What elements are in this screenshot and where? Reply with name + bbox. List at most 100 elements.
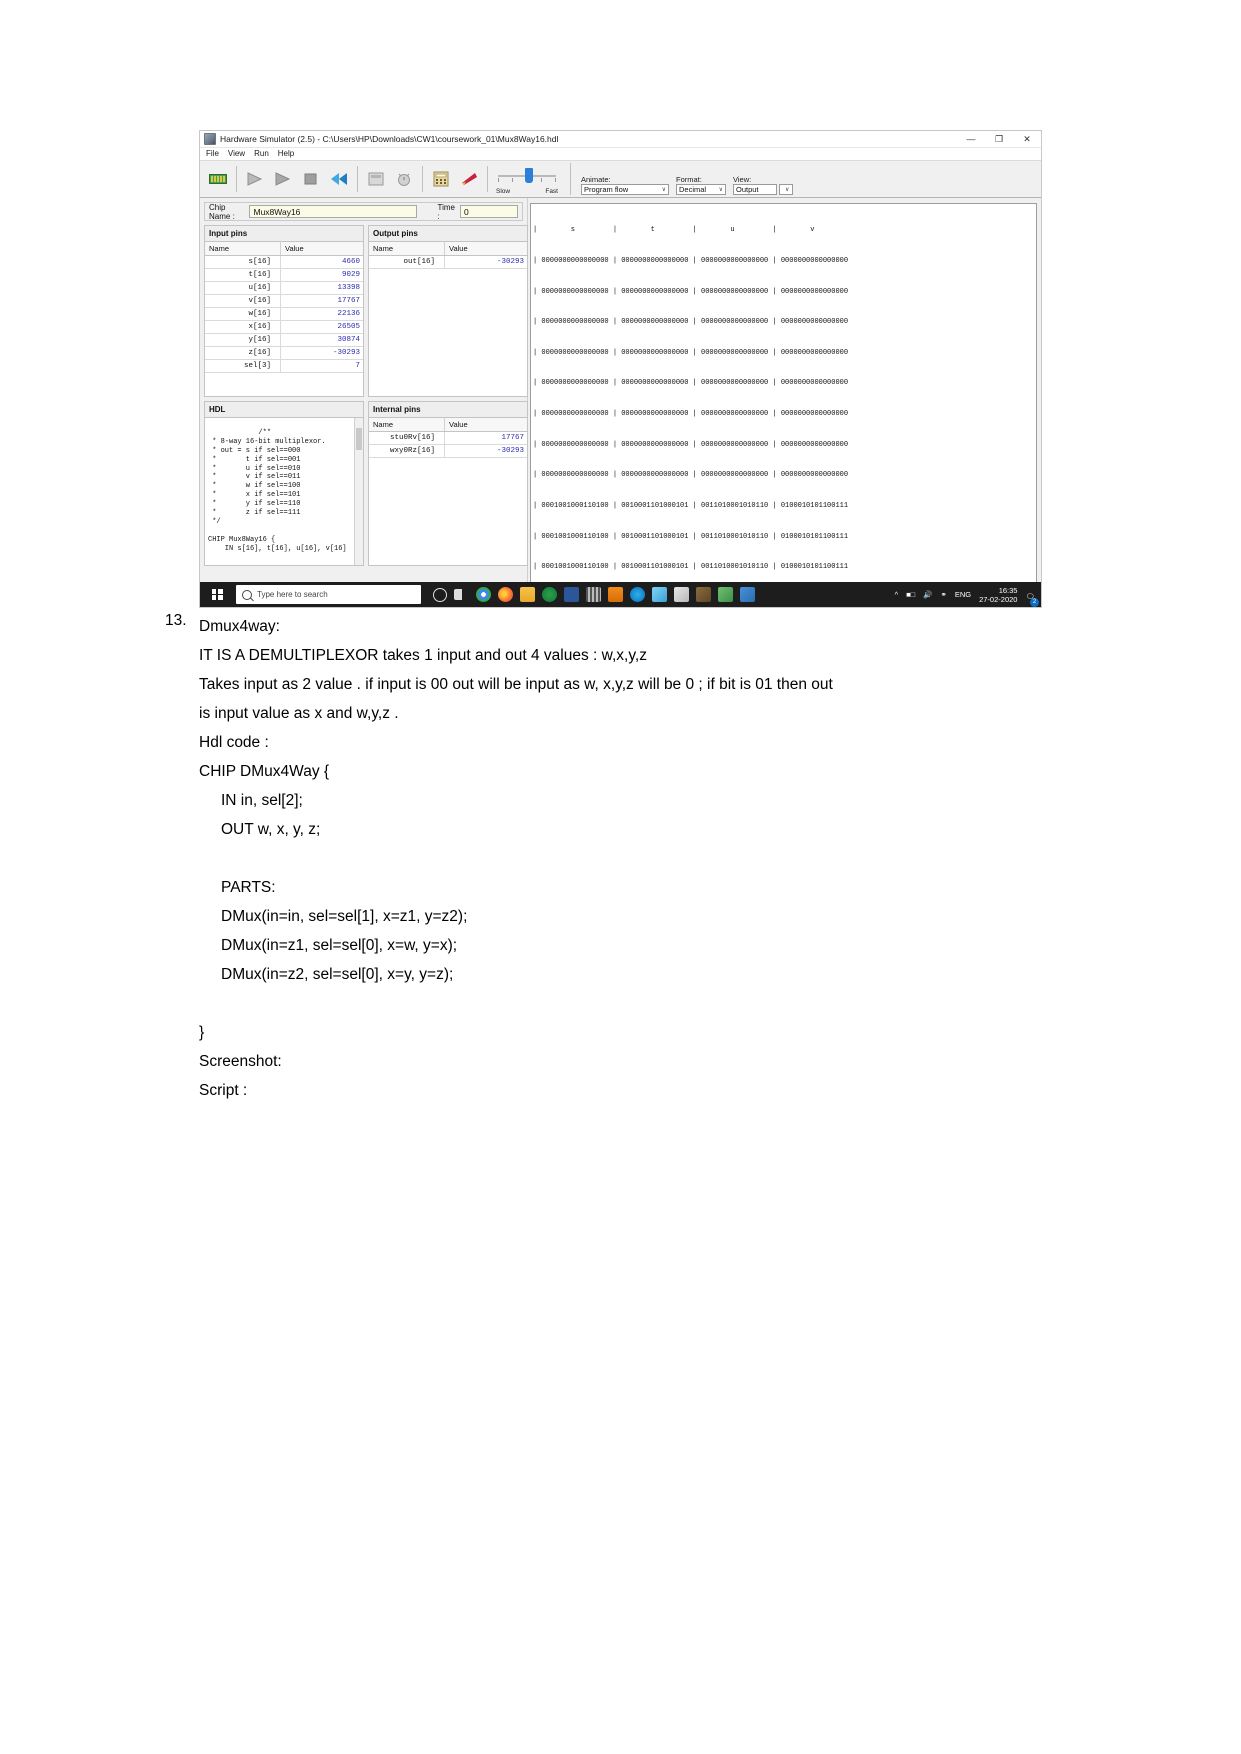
chevron-down-icon: ∨: [661, 187, 666, 193]
chevron-down-icon: ∨: [785, 187, 790, 193]
notification-center-icon[interactable]: 🗨 2: [1025, 586, 1039, 607]
pin-value[interactable]: 13398: [281, 282, 363, 294]
notepad-icon[interactable]: [718, 587, 733, 602]
pin-value[interactable]: 26505: [281, 321, 363, 333]
document-icon[interactable]: [740, 587, 755, 602]
edge-icon[interactable]: [630, 587, 645, 602]
table-row[interactable]: sel[3] 7: [205, 360, 363, 373]
search-icon: [242, 589, 252, 600]
tray-expand-icon[interactable]: ^: [895, 590, 899, 599]
menu-item-help[interactable]: Help: [278, 150, 294, 158]
maximize-button[interactable]: ❐: [985, 131, 1013, 147]
toolbar-separator: [236, 166, 237, 192]
view-select-arrow[interactable]: ∨: [779, 184, 793, 195]
taskbar-clock[interactable]: 16:35 27-02-2020: [979, 586, 1017, 604]
language-indicator[interactable]: ENG: [955, 590, 971, 599]
clock-icon[interactable]: [390, 164, 418, 194]
window-title: Hardware Simulator (2.5) - C:\Users\HP\D…: [220, 133, 559, 144]
chip-name-label: Chip Name :: [209, 202, 235, 221]
java-app-icon[interactable]: [674, 587, 689, 602]
pin-value[interactable]: 17767: [281, 295, 363, 307]
table-row[interactable]: s[16] 4660: [205, 256, 363, 269]
stop-icon[interactable]: [297, 164, 325, 194]
toolbar-separator: [487, 166, 488, 192]
flag-icon[interactable]: [455, 164, 483, 194]
taskbar-icons: [433, 587, 755, 602]
script-icon[interactable]: [362, 164, 390, 194]
media-player-icon[interactable]: [586, 587, 601, 602]
slider-thumb[interactable]: [525, 168, 533, 183]
firefox-icon[interactable]: [498, 587, 513, 602]
speed-slow-label: Slow: [496, 187, 511, 195]
volume-icon[interactable]: 🔊: [923, 590, 932, 599]
table-row[interactable]: out[16] -30293: [369, 256, 527, 269]
task-view-icon[interactable]: [454, 589, 469, 600]
table-row[interactable]: u[16] 13398: [205, 282, 363, 295]
photos-icon[interactable]: [652, 587, 667, 602]
menu-item-view[interactable]: View: [228, 150, 245, 158]
simulation-output-pane[interactable]: | s | t | u | v | 0000000000000000 | 000…: [530, 203, 1037, 587]
output-line: | 0000000000000000 | 0000000000000000 | …: [533, 379, 849, 388]
close-button[interactable]: ✕: [1013, 131, 1041, 147]
output-pins-body: out[16] -30293: [369, 256, 527, 396]
settings-app-icon[interactable]: [696, 587, 711, 602]
hdl-code-text: /** * 8-way 16-bit multiplexor. * out = …: [208, 428, 347, 553]
doc-line-blank: [199, 989, 1059, 1018]
table-row[interactable]: stu0Rv[16] 17767: [369, 432, 527, 445]
time-input[interactable]: 0: [460, 205, 518, 218]
time-label: Time :: [437, 202, 455, 221]
calculator-icon[interactable]: [427, 164, 455, 194]
load-chip-icon[interactable]: [204, 164, 232, 194]
table-row[interactable]: t[16] 9029: [205, 269, 363, 282]
menu-item-run[interactable]: Run: [254, 150, 269, 158]
browser-globe-icon[interactable]: [542, 587, 557, 602]
format-select[interactable]: Decimal ∨: [676, 184, 726, 195]
pin-value[interactable]: 22136: [281, 308, 363, 320]
table-row[interactable]: v[16] 17767: [205, 295, 363, 308]
speed-slider[interactable]: Slow Fast: [496, 164, 558, 194]
cortana-icon[interactable]: [433, 587, 447, 602]
app-icon: [204, 133, 216, 145]
table-row[interactable]: z[16] -30293: [205, 347, 363, 360]
taskbar-search-box[interactable]: Type here to search: [236, 585, 421, 604]
doc-line: OUT w, x, y, z;: [221, 821, 321, 838]
pin-value[interactable]: -30293: [281, 347, 363, 359]
network-icon[interactable]: ⚭: [941, 590, 947, 599]
rewind-icon[interactable]: [325, 164, 353, 194]
pin-value[interactable]: 9029: [281, 269, 363, 281]
pin-value[interactable]: 30874: [281, 334, 363, 346]
hdl-scrollbar[interactable]: ▲ ▼: [354, 418, 363, 565]
chip-name-input[interactable]: Mux8Way16: [249, 205, 418, 218]
pin-value[interactable]: 7: [281, 360, 363, 372]
output-header: | s | t | u | v: [533, 226, 815, 235]
single-step-icon[interactable]: [241, 164, 269, 194]
menu-item-file[interactable]: File: [206, 150, 219, 158]
vlc-icon[interactable]: [608, 587, 623, 602]
right-column: | s | t | u | v | 0000000000000000 | 000…: [528, 198, 1041, 591]
table-row[interactable]: y[16] 30874: [205, 334, 363, 347]
window-title-bar: Hardware Simulator (2.5) - C:\Users\HP\D…: [200, 131, 1041, 148]
pin-value[interactable]: 4660: [281, 256, 363, 268]
table-row[interactable]: wxy0Rz[16] -30293: [369, 445, 527, 458]
format-label: Format:: [676, 174, 702, 184]
word-icon[interactable]: [564, 587, 579, 602]
table-row[interactable]: x[16] 26505: [205, 321, 363, 334]
run-icon[interactable]: [269, 164, 297, 194]
hdl-code-view[interactable]: /** * 8-way 16-bit multiplexor. * out = …: [205, 418, 363, 565]
chrome-icon[interactable]: [476, 587, 491, 602]
doc-line-blank: [199, 844, 1059, 873]
table-row[interactable]: w[16] 22136: [205, 308, 363, 321]
start-button[interactable]: [200, 582, 234, 607]
scroll-thumb[interactable]: [356, 428, 362, 450]
output-line: | 0000000000000000 | 0000000000000000 | …: [533, 440, 849, 449]
doc-line: Screenshot:: [199, 1053, 282, 1070]
animate-select[interactable]: Program flow ∨: [581, 184, 669, 195]
pin-name: w[16]: [205, 308, 281, 320]
format-value: Decimal: [679, 185, 707, 194]
doc-line: IT IS A DEMULTIPLEXOR takes 1 input and …: [199, 647, 647, 664]
view-select[interactable]: Output: [733, 184, 777, 195]
battery-icon[interactable]: ■□: [906, 590, 915, 599]
input-pins-body: s[16] 4660 t[16] 9029 u[16] 13398 v[16] 1776…: [205, 256, 363, 396]
minimize-button[interactable]: —: [957, 131, 985, 147]
file-explorer-icon[interactable]: [520, 587, 535, 602]
